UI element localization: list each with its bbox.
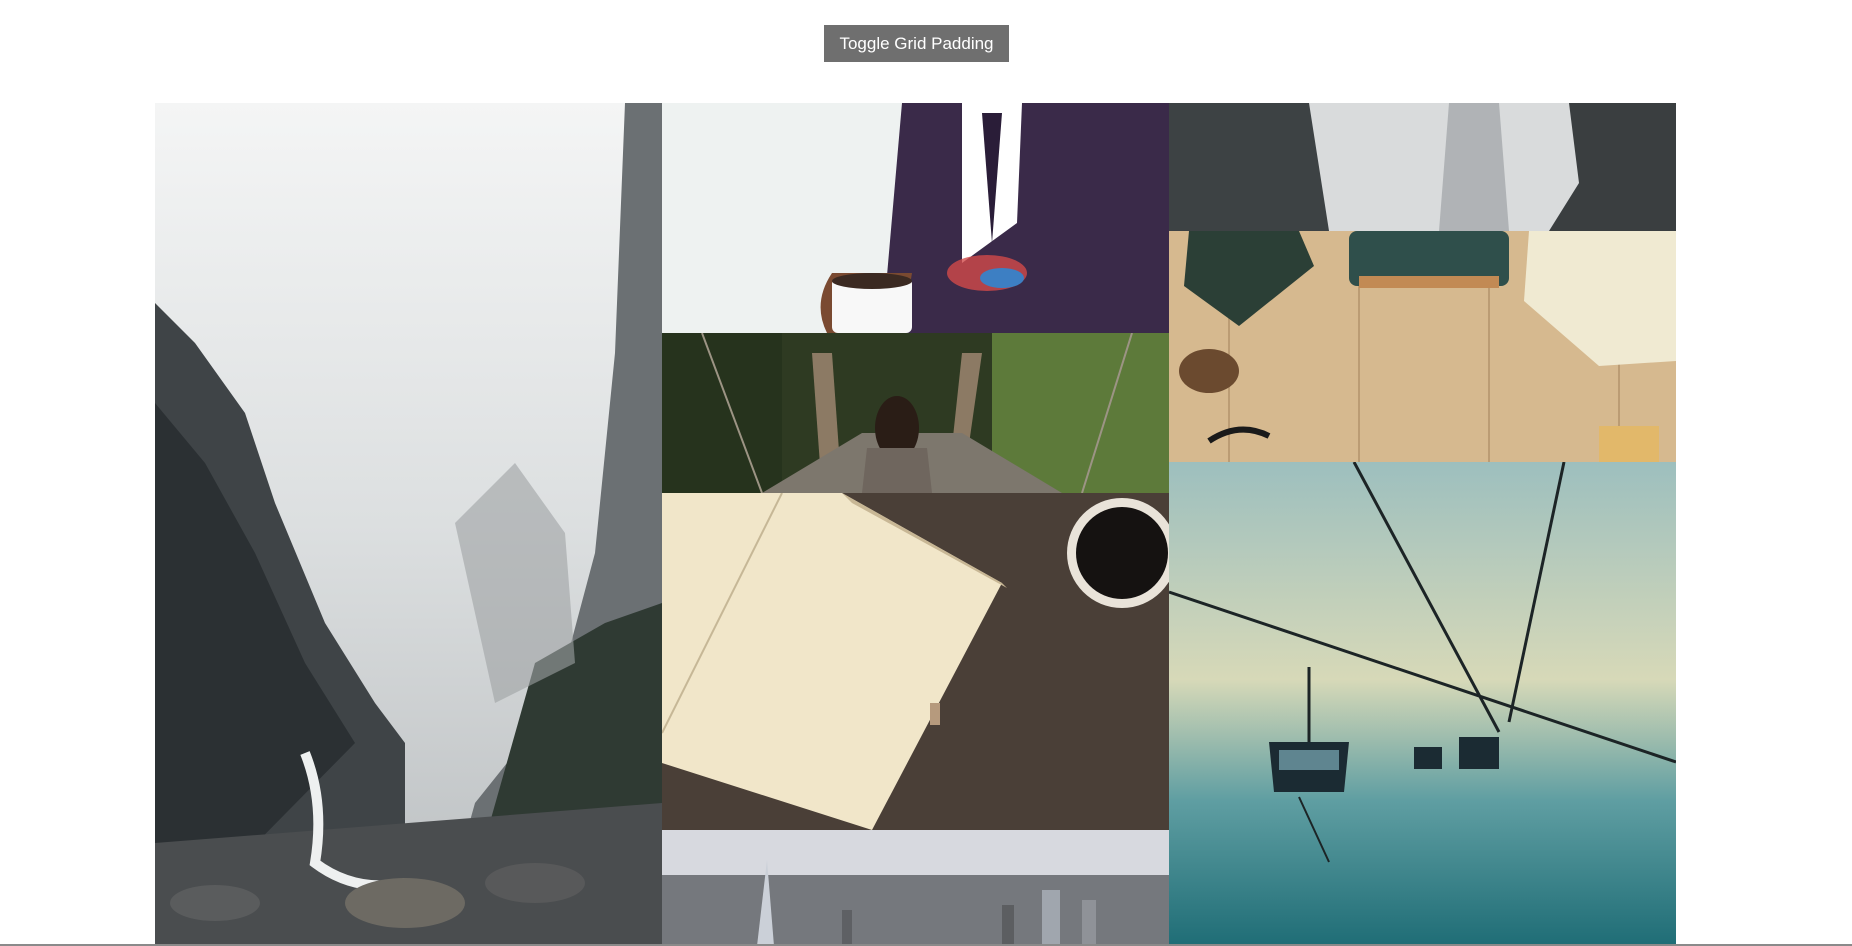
notebook-image bbox=[662, 493, 1169, 830]
photo-notebook-coffee[interactable] bbox=[662, 493, 1169, 830]
bridge-image bbox=[662, 333, 1169, 493]
photo-misty-canyon-waterfall[interactable] bbox=[155, 103, 662, 946]
photo-city-skyline[interactable] bbox=[662, 830, 1169, 946]
canyon-image bbox=[155, 103, 662, 946]
photo-foggy-cliffs[interactable] bbox=[1169, 103, 1676, 231]
toggle-grid-padding-button[interactable]: Toggle Grid Padding bbox=[824, 25, 1009, 62]
suit-coffee-image bbox=[662, 103, 1169, 333]
photo-typewriter-desk[interactable] bbox=[1169, 231, 1676, 462]
typewriter-image bbox=[1169, 231, 1676, 462]
photo-woman-on-bridge[interactable] bbox=[662, 333, 1169, 493]
skyline-image bbox=[662, 830, 1169, 946]
cable-car-image bbox=[1169, 462, 1676, 946]
photo-cable-car[interactable] bbox=[1169, 462, 1676, 946]
foggy-cliffs-image bbox=[1169, 103, 1676, 231]
photo-suit-coffee-cup[interactable] bbox=[662, 103, 1169, 333]
